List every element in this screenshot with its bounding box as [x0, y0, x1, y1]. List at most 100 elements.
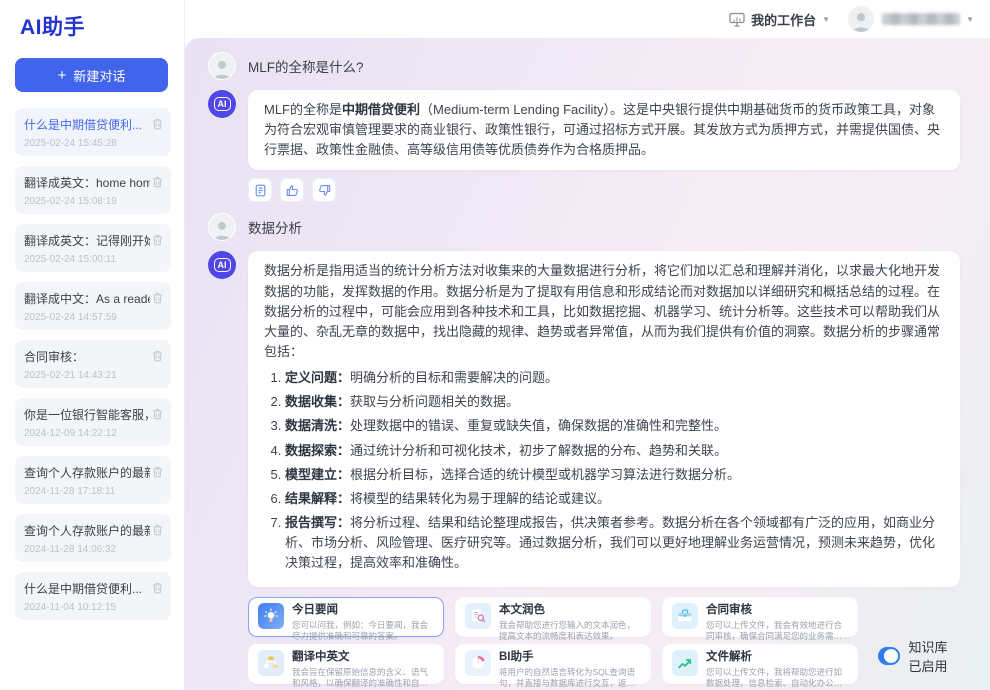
step-term: 数据探索：	[285, 443, 350, 458]
feature-card-description: 您可以问我，例如：今日要闻，我会尽力提供准确和可靠的答案。	[292, 620, 434, 642]
conversation-timestamp: 2024-11-04 10:12:15	[24, 602, 162, 613]
conversation-timestamp: 2024-12-09 14:22:12	[24, 428, 162, 439]
bulb-icon	[258, 603, 284, 629]
step-term: 报告撰写：	[285, 515, 350, 530]
conversation-timestamp: 2024-11-28 14:06:32	[24, 544, 162, 555]
conversation-item[interactable]: 翻译成英文：记得刚开始... 2025-02-24 15:00:11	[15, 224, 171, 272]
conversation-timestamp: 2025-02-24 15:08:19	[24, 196, 162, 207]
thumbs-up-icon	[286, 184, 299, 197]
feature-card-description: 将用户的自然语言转化为SQL查询语句，并直接与数据库进行交互，返回智能推荐的图表…	[499, 667, 641, 689]
thumbs-down-icon	[318, 184, 331, 197]
trash-icon[interactable]	[152, 175, 163, 193]
knowledge-base-toggle-row: 知识库已启用	[878, 637, 960, 675]
workspace-menu[interactable]: 我的工作台 ▼	[729, 10, 830, 29]
feature-card[interactable]: 今日要闻 您可以问我，例如：今日要闻，我会尽力提供准确和可靠的答案。	[248, 597, 444, 637]
trash-icon[interactable]	[152, 523, 163, 541]
translate-icon	[258, 650, 284, 676]
feature-card-description: 您可以上传文件，我将帮助您进行如数据处理、信息检索、自动化办公等。	[706, 667, 848, 689]
trash-icon[interactable]	[152, 233, 163, 251]
feature-card-title: BI助手	[499, 650, 641, 664]
knowledge-base-toggle[interactable]	[878, 647, 900, 665]
conversation-item[interactable]: 翻译成英文：home home 2025-02-24 15:08:19	[15, 166, 171, 214]
conversation-item[interactable]: 合同审核： 2025-02-21 14:43:21	[15, 340, 171, 388]
conversation-list: 什么是中期借贷便利... 2025-02-24 15:45:28 翻译成英文：h…	[0, 108, 184, 620]
conversation-timestamp: 2025-02-24 14:57:59	[24, 312, 162, 323]
trash-icon[interactable]	[152, 117, 163, 135]
feature-card[interactable]: BI助手 将用户的自然语言转化为SQL查询语句，并直接与数据库进行交互，返回智能…	[455, 644, 651, 684]
conversation-timestamp: 2025-02-24 15:45:28	[24, 138, 162, 149]
conversation-title: 翻译成中文：As a reader...	[24, 290, 150, 307]
person-icon	[209, 217, 235, 240]
conversation-title: 什么是中期借贷便利...	[24, 580, 150, 597]
chevron-down-icon[interactable]: ▼	[966, 15, 974, 24]
conversation-item[interactable]: 什么是中期借贷便利... 2025-02-24 15:45:28	[15, 108, 171, 156]
ai-message-card: 数据分析是指用适当的统计分析方法对收集来的大量数据进行分析，将它们加以汇总和理解…	[248, 251, 960, 587]
conversation-item[interactable]: 查询个人存款账户的最新... 2024-11-28 14:06:32	[15, 514, 171, 562]
workspace-label: 我的工作台	[751, 10, 816, 29]
ai-avatar: AI	[208, 90, 236, 118]
trash-icon[interactable]	[152, 581, 163, 599]
feature-card[interactable]: 合同审核 您可以上传文件，我会有效地进行合同审核，确保合同满足您的业务需求。	[662, 597, 858, 637]
feature-card-title: 本文润色	[499, 603, 641, 617]
feature-card-title: 合同审核	[706, 603, 848, 617]
conversation-item[interactable]: 什么是中期借贷便利... 2024-11-04 10:12:15	[15, 572, 171, 620]
step-term: 数据收集：	[285, 394, 350, 409]
feature-card-description: 我会旨在保留原始信息的含义、语气和风格，以确保翻译的准确性和自然流畅。	[292, 667, 434, 689]
user-message-text: MLF的全称是什么?	[248, 56, 364, 76]
analysis-step: 结果解释：将模型的结果转化为易于理解的结论或建议。	[285, 489, 944, 509]
conversation-item[interactable]: 查询个人存款账户的最新... 2024-11-28 17:18:11	[15, 456, 171, 504]
ai-text-bold: 中期借贷便利	[342, 102, 420, 117]
step-desc: 将分析过程、结果和结论整理成报告，供决策者参考。数据分析在各个领域都有广泛的应用…	[285, 515, 935, 570]
conversation-title: 翻译成英文：记得刚开始...	[24, 232, 150, 249]
feature-card-title: 今日要闻	[292, 603, 434, 617]
top-bar: 我的工作台 ▼ ▼	[185, 0, 990, 38]
trash-icon[interactable]	[152, 465, 163, 483]
feature-card-title: 翻译中英文	[292, 650, 434, 664]
user-avatar	[208, 52, 236, 80]
briefcase-icon	[672, 603, 698, 629]
person-icon	[209, 56, 235, 79]
ai-message: AI MLF的全称是中期借贷便利（Medium-term Lending Fac…	[208, 90, 960, 170]
ai-intro-text: 数据分析是指用适当的统计分析方法对收集来的大量数据进行分析，将它们加以汇总和理解…	[264, 263, 940, 359]
step-desc: 明确分析的目标和需要解决的问题。	[350, 370, 558, 385]
monitor-icon	[729, 12, 745, 27]
ai-message-card: MLF的全称是中期借贷便利（Medium-term Lending Facili…	[248, 90, 960, 170]
trash-icon[interactable]	[152, 407, 163, 425]
feature-cards: 今日要闻 您可以问我，例如：今日要闻，我会尽力提供准确和可靠的答案。 本文润色 …	[248, 597, 858, 684]
analysis-step: 数据收集：获取与分析问题相关的数据。	[285, 392, 944, 412]
thumbs-down-button[interactable]	[312, 178, 336, 202]
conversation-item[interactable]: 你是一位银行智能客服，... 2024-12-09 14:22:12	[15, 398, 171, 446]
thumbs-up-button[interactable]	[280, 178, 304, 202]
step-term: 结果解释：	[285, 491, 350, 506]
user-name-redacted	[882, 13, 960, 25]
step-desc: 将模型的结果转化为易于理解的结论或建议。	[350, 491, 610, 506]
feature-card-description: 我会帮助您进行您输入的文本润色，提高文本的流畅度和表达效果。	[499, 620, 641, 642]
step-term: 模型建立：	[285, 467, 350, 482]
trash-icon[interactable]	[152, 291, 163, 309]
new-chat-button[interactable]: 新建对话	[15, 58, 168, 92]
trash-icon[interactable]	[152, 349, 163, 367]
feature-card[interactable]: 本文润色 我会帮助您进行您输入的文本润色，提高文本的流畅度和表达效果。	[455, 597, 651, 637]
step-desc: 处理数据中的错误、重复或缺失值，确保数据的准确性和完整性。	[350, 418, 727, 433]
conversation-title: 合同审核：	[24, 348, 150, 365]
feature-card[interactable]: 文件解析 您可以上传文件，我将帮助您进行如数据处理、信息检索、自动化办公等。	[662, 644, 858, 684]
pie-icon	[465, 650, 491, 676]
main-area: 我的工作台 ▼ ▼ MLF的全称是什么? AI MLF的全称是中期借贷便利	[185, 0, 990, 690]
copy-button[interactable]	[248, 178, 272, 202]
step-term: 数据清洗：	[285, 418, 350, 433]
plus-icon	[58, 68, 67, 83]
conversation-item[interactable]: 翻译成中文：As a reader... 2025-02-24 14:57:59	[15, 282, 171, 330]
feature-card[interactable]: 翻译中英文 我会旨在保留原始信息的含义、语气和风格，以确保翻译的准确性和自然流畅…	[248, 644, 444, 684]
analysis-step: 模型建立：根据分析目标，选择合适的统计模型或机器学习算法进行数据分析。	[285, 465, 944, 485]
step-term: 定义问题：	[285, 370, 350, 385]
user-message: 数据分析	[208, 213, 960, 241]
conversation-timestamp: 2025-02-21 14:43:21	[24, 370, 162, 381]
analysis-step: 定义问题：明确分析的目标和需要解决的问题。	[285, 368, 944, 388]
conversation-timestamp: 2025-02-24 15:00:11	[24, 254, 162, 265]
chat-panel: MLF的全称是什么? AI MLF的全称是中期借贷便利（Medium-term …	[185, 38, 990, 690]
conversation-title: 翻译成英文：home home	[24, 174, 150, 191]
new-chat-label: 新建对话	[73, 66, 125, 85]
conversation-title: 什么是中期借贷便利...	[24, 116, 150, 133]
analysis-step: 报告撰写：将分析过程、结果和结论整理成报告，供决策者参考。数据分析在各个领域都有…	[285, 513, 944, 573]
user-avatar[interactable]	[848, 6, 874, 32]
